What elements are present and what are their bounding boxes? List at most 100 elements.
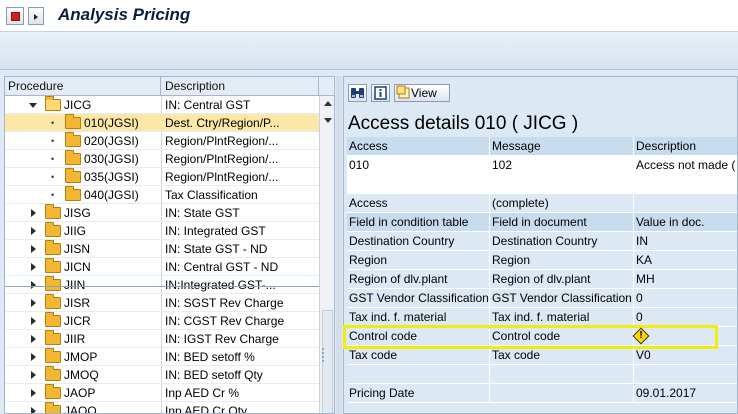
tree-row[interactable]: JIIR IN: IGST Rev Charge — [5, 330, 319, 348]
tree-scrollbar[interactable] — [319, 96, 334, 413]
panel-splitter[interactable] — [336, 76, 342, 414]
tree-row[interactable]: JAOQ Inp AED Cr Qty — [5, 402, 319, 414]
collapse-arrow-icon[interactable] — [31, 245, 36, 253]
collapse-arrow-icon[interactable] — [31, 299, 36, 307]
find-button[interactable] — [348, 84, 367, 102]
collapse-arrow-icon[interactable] — [31, 209, 36, 217]
tree-node[interactable]: JIIN — [5, 276, 161, 294]
tree-node[interactable]: JICG — [5, 96, 161, 114]
access-details-panel: View Access details 010 ( JICG ) Access M… — [343, 76, 738, 414]
tree-node-description: Inp AED Cr % — [165, 386, 240, 400]
tree-row[interactable]: JICR IN: CGST Rev Charge — [5, 312, 319, 330]
tree-node-label: JMOQ — [64, 368, 99, 382]
tree-row[interactable]: JICG IN: Central GST — [5, 96, 319, 114]
tree-node-label: JAOQ — [64, 404, 97, 414]
field-row-cell: Region — [490, 251, 634, 270]
tree-node[interactable]: JISR — [5, 294, 161, 312]
tree-row[interactable]: • 020(JGSI) Region/PlntRegion/... — [5, 132, 319, 150]
column-header-procedure[interactable]: Procedure — [5, 77, 161, 96]
tree-row[interactable]: • 030(JGSI) Region/PlntRegion/... — [5, 150, 319, 168]
folder-icon — [45, 258, 61, 273]
tree-node[interactable]: JICR — [5, 312, 161, 330]
tree-row[interactable]: • 040(JGSI) Tax Classification — [5, 186, 319, 204]
menu-icon — [11, 12, 20, 21]
tree-node[interactable]: JISN — [5, 240, 161, 258]
collapse-arrow-icon[interactable] — [31, 353, 36, 361]
folder-icon — [65, 114, 81, 129]
folder-icon — [45, 312, 61, 327]
info-button[interactable] — [371, 84, 390, 102]
tree-node-label: JICG — [64, 98, 92, 112]
table-header-row-cell: Message — [490, 137, 634, 156]
tree-node[interactable]: • 020(JGSI) — [5, 132, 161, 150]
tree-node[interactable]: JMOP — [5, 348, 161, 366]
tree-node[interactable]: JIIG — [5, 222, 161, 240]
folder-icon — [65, 132, 81, 147]
details-title: Access details 010 ( JICG ) — [348, 113, 579, 134]
folder-icon — [65, 186, 81, 201]
collapse-arrow-icon[interactable] — [31, 317, 36, 325]
tree-row[interactable]: • 010(JGSI) Dest. Ctry/Region/P... — [5, 114, 319, 132]
system-menu-button[interactable] — [6, 7, 24, 25]
scroll-down-icon[interactable] — [324, 118, 332, 123]
collapse-arrow-icon[interactable] — [31, 227, 36, 235]
collapse-arrow-icon[interactable] — [31, 371, 36, 379]
tree-node[interactable]: • 035(JGSI) — [5, 168, 161, 186]
field-row-cell: GST Vendor Classification — [490, 289, 634, 308]
tree-row[interactable]: JAOP Inp AED Cr % — [5, 384, 319, 402]
tree-node[interactable]: JAOP — [5, 384, 161, 402]
collapse-arrow-icon[interactable] — [31, 263, 36, 271]
menu-dropdown-button[interactable] — [28, 7, 44, 25]
tree-row[interactable]: JISR IN: SGST Rev Charge — [5, 294, 319, 312]
tree-row[interactable]: JMOQ IN: BED setoff Qty — [5, 366, 319, 384]
tree-node[interactable]: JISG — [5, 204, 161, 222]
scrollbar-thumb[interactable] — [322, 310, 333, 413]
access-status-row-cell: Access — [347, 194, 490, 213]
tree-node-description: IN:Integrated GST-... — [165, 278, 276, 292]
collapse-arrow-icon[interactable] — [31, 281, 36, 289]
view-button[interactable]: View — [394, 84, 450, 102]
application-toolbar — [0, 32, 738, 70]
pricing-date-row-cell: Pricing Date — [347, 384, 490, 403]
tree-row[interactable]: JISG IN: State GST — [5, 204, 319, 222]
collapse-arrow-icon[interactable] — [31, 335, 36, 343]
tree-node-description: IN: State GST — [165, 206, 240, 220]
view-button-label: View — [411, 86, 437, 100]
tree-node[interactable]: JICN — [5, 258, 161, 276]
tree-node-description: IN: State GST - ND — [165, 242, 268, 256]
tree-row[interactable]: • 035(JGSI) Region/PlntRegion/... — [5, 168, 319, 186]
collapse-arrow-icon[interactable] — [31, 389, 36, 397]
field-row-cell: IN — [634, 232, 737, 251]
tree-node-label: 035(JGSI) — [84, 170, 139, 184]
splitter-grip[interactable] — [322, 348, 328, 362]
column-header-description[interactable]: Description — [162, 77, 319, 96]
collapse-arrow-icon[interactable] — [31, 407, 36, 413]
tree-node[interactable]: JAOQ — [5, 402, 161, 414]
tree-row[interactable]: JICN IN: Central GST - ND — [5, 258, 319, 276]
access-row-cell: Access not made ( — [634, 156, 737, 175]
folder-icon — [45, 96, 61, 111]
tree-row[interactable]: JIIN IN:Integrated GST-... — [5, 276, 319, 294]
tree-node[interactable]: • 040(JGSI) — [5, 186, 161, 204]
tree-row[interactable]: JMOP IN: BED setoff % — [5, 348, 319, 366]
tree-node[interactable]: JMOQ — [5, 366, 161, 384]
tree-node-description: Inp AED Cr Qty — [165, 404, 248, 414]
expand-arrow-icon[interactable] — [29, 103, 37, 108]
table-header-row-cell: Description — [634, 137, 737, 156]
tree-node-label: JAOP — [64, 386, 96, 400]
tree-node[interactable]: JIIR — [5, 330, 161, 348]
scroll-up-icon[interactable] — [324, 101, 332, 106]
tree-node-description: Tax Classification — [165, 188, 258, 202]
tree-node-label: JISN — [64, 242, 91, 256]
tree-row[interactable]: JISN IN: State GST - ND — [5, 240, 319, 258]
field-header-row-cell: Field in condition table — [347, 213, 490, 232]
folder-icon — [45, 348, 61, 363]
tree-node-description: Region/PlntRegion/... — [165, 152, 279, 166]
leaf-bullet-icon: • — [51, 136, 55, 146]
tree-node[interactable]: • 030(JGSI) — [5, 150, 161, 168]
tree-row[interactable]: JIIG IN: Integrated GST — [5, 222, 319, 240]
tree-node-description: IN: CGST Rev Charge — [165, 314, 285, 328]
empty-row-cell — [490, 175, 634, 194]
field-row-cell: Destination Country — [347, 232, 490, 251]
tree-node[interactable]: • 010(JGSI) — [5, 114, 161, 132]
